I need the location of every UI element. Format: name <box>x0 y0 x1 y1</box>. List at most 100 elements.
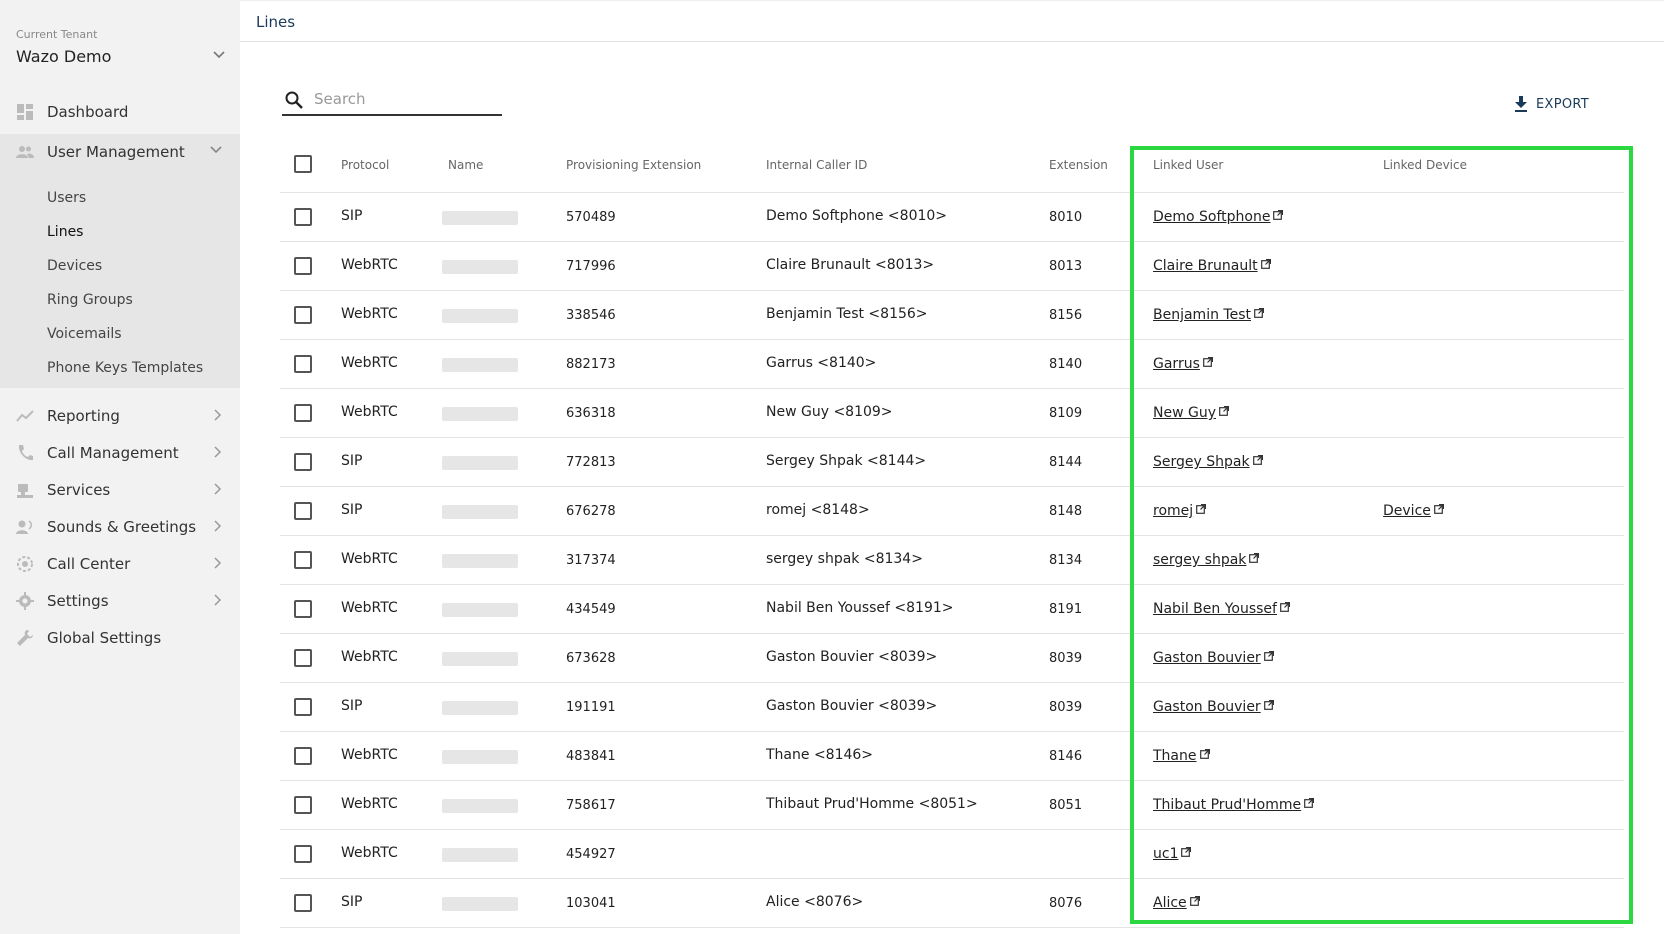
row-checkbox[interactable] <box>294 845 312 863</box>
external-link-icon[interactable] <box>1249 551 1260 567</box>
sidebar-item-call-management[interactable]: Call Management <box>0 435 240 471</box>
row-checkbox[interactable] <box>294 649 312 667</box>
sidebar-item-label: Global Settings <box>47 629 162 647</box>
table-row[interactable]: WebRTC 758617 Thibaut Prud'Homme <8051> 805… <box>280 781 1624 830</box>
search-box[interactable] <box>282 86 502 116</box>
linked-user-link[interactable]: Thane <box>1153 748 1197 764</box>
sidebar-subitem-ring-groups[interactable]: Ring Groups <box>47 289 133 311</box>
name-placeholder <box>442 603 518 617</box>
table-row[interactable]: SIP 772813 Sergey Shpak <8144> 8144 Sergey S… <box>280 438 1624 487</box>
row-checkbox[interactable] <box>294 698 312 716</box>
linked-user-link[interactable]: Gaston Bouvier <box>1153 699 1261 715</box>
table-row[interactable]: SIP 103041 Alice <8076> 8076 Alice <box>280 879 1624 928</box>
external-link-icon[interactable] <box>1219 404 1230 420</box>
table-row[interactable]: SIP 570489 Demo Softphone <8010> 8010 Demo S… <box>280 193 1624 242</box>
table-row[interactable]: SIP 676278 romej <8148> 8148 romej Device <box>280 487 1624 536</box>
row-checkbox[interactable] <box>294 600 312 618</box>
linked-user-link[interactable]: uc1 <box>1153 846 1178 862</box>
linked-user-link[interactable]: Alice <box>1153 895 1187 911</box>
table-row[interactable]: WebRTC 717996 Claire Brunault <8013> 8013 Cl… <box>280 242 1624 291</box>
table-row[interactable]: WebRTC 882173 Garrus <8140> 8140 Garrus <box>280 340 1624 389</box>
tenant-selector[interactable]: Current Tenant Wazo Demo <box>16 28 226 68</box>
table-row[interactable]: WebRTC 454927 uc1 <box>280 830 1624 879</box>
row-checkbox[interactable] <box>294 208 312 226</box>
row-checkbox[interactable] <box>294 796 312 814</box>
table-body: SIP 570489 Demo Softphone <8010> 8010 Demo S… <box>280 193 1624 928</box>
row-checkbox[interactable] <box>294 257 312 275</box>
external-link-icon[interactable] <box>1263 698 1274 714</box>
sidebar-item-reporting[interactable]: Reporting <box>0 398 240 434</box>
external-link-icon[interactable] <box>1202 355 1213 371</box>
sidebar-item-services[interactable]: Services <box>0 472 240 508</box>
linked-user-link[interactable]: Gaston Bouvier <box>1153 650 1261 666</box>
cell-linked-user: uc1 <box>1153 845 1192 862</box>
phone-icon <box>18 445 33 461</box>
external-link-icon[interactable] <box>1199 747 1210 763</box>
external-link-icon[interactable] <box>1252 453 1263 469</box>
linked-user-link[interactable]: romej <box>1153 503 1193 519</box>
linked-user-link[interactable]: Benjamin Test <box>1153 307 1251 323</box>
user-management-submenu: Users Lines Devices Ring Groups Voicemai… <box>0 170 240 388</box>
external-link-icon[interactable] <box>1263 649 1274 665</box>
sidebar-subitem-voicemails[interactable]: Voicemails <box>47 323 122 345</box>
select-all-checkbox[interactable] <box>294 155 312 173</box>
external-link-icon[interactable] <box>1433 502 1444 518</box>
column-header-linked-user[interactable]: Linked User <box>1153 158 1223 172</box>
row-checkbox[interactable] <box>294 551 312 569</box>
sidebar-item-global-settings[interactable]: Global Settings <box>0 620 240 656</box>
row-checkbox[interactable] <box>294 894 312 912</box>
column-header-internal-caller-id[interactable]: Internal Caller ID <box>766 158 867 172</box>
row-checkbox[interactable] <box>294 747 312 765</box>
external-link-icon[interactable] <box>1273 208 1284 224</box>
row-checkbox[interactable] <box>294 355 312 373</box>
linked-user-link[interactable]: New Guy <box>1153 405 1216 421</box>
external-link-icon[interactable] <box>1196 502 1207 518</box>
external-link-icon[interactable] <box>1181 845 1192 861</box>
linked-user-link[interactable]: Demo Softphone <box>1153 209 1270 225</box>
column-header-protocol[interactable]: Protocol <box>341 158 389 172</box>
table-row[interactable]: WebRTC 338546 Benjamin Test <8156> 8156 Benj… <box>280 291 1624 340</box>
row-checkbox[interactable] <box>294 453 312 471</box>
column-header-name[interactable]: Name <box>448 158 483 172</box>
table-row[interactable]: WebRTC 317374 sergey shpak <8134> 8134 serge… <box>280 536 1624 585</box>
external-link-icon[interactable] <box>1254 306 1265 322</box>
row-checkbox[interactable] <box>294 306 312 324</box>
external-link-icon[interactable] <box>1280 600 1291 616</box>
column-header-linked-device[interactable]: Linked Device <box>1383 158 1467 172</box>
external-link-icon[interactable] <box>1304 796 1315 812</box>
table-row[interactable]: WebRTC 636318 New Guy <8109> 8109 New Guy <box>280 389 1624 438</box>
sidebar-item-call-center[interactable]: Call Center <box>0 546 240 582</box>
column-header-extension[interactable]: Extension <box>1049 158 1108 172</box>
cell-protocol: SIP <box>341 698 363 714</box>
external-link-icon[interactable] <box>1189 894 1200 910</box>
table-row[interactable]: WebRTC 673628 Gaston Bouvier <8039> 8039 Gas… <box>280 634 1624 683</box>
linked-user-link[interactable]: Claire Brunault <box>1153 258 1258 274</box>
linked-device-link[interactable]: Device <box>1383 503 1431 519</box>
sidebar-item-settings[interactable]: Settings <box>0 583 240 619</box>
linked-user-link[interactable]: Nabil Ben Youssef <box>1153 601 1277 617</box>
table-row[interactable]: WebRTC 434549 Nabil Ben Youssef <8191> 8191… <box>280 585 1624 634</box>
linked-user-link[interactable]: Sergey Shpak <box>1153 454 1250 470</box>
sidebar-subitem-lines[interactable]: Lines <box>47 221 83 243</box>
linked-user-link[interactable]: sergey shpak <box>1153 552 1246 568</box>
export-button[interactable]: EXPORT <box>1514 92 1589 116</box>
row-checkbox[interactable] <box>294 502 312 520</box>
cell-protocol: SIP <box>341 502 363 518</box>
cell-protocol: WebRTC <box>341 551 398 567</box>
sidebar-subitem-phone-keys-templates[interactable]: Phone Keys Templates <box>47 357 203 379</box>
sidebar-item-user-management[interactable]: User Management <box>0 134 240 170</box>
search-input[interactable] <box>314 88 494 110</box>
sidebar-subitem-devices[interactable]: Devices <box>47 255 102 277</box>
table-row[interactable]: SIP 191191 Gaston Bouvier <8039> 8039 Gaston… <box>280 683 1624 732</box>
sidebar-item-sounds-greetings[interactable]: Sounds & Greetings <box>0 509 240 545</box>
external-link-icon[interactable] <box>1260 257 1271 273</box>
table-row[interactable]: WebRTC 483841 Thane <8146> 8146 Thane <box>280 732 1624 781</box>
sidebar-item-dashboard[interactable]: Dashboard <box>0 94 240 130</box>
linked-user-link[interactable]: Thibaut Prud'Homme <box>1153 797 1301 813</box>
row-checkbox[interactable] <box>294 404 312 422</box>
chevron-down-icon <box>210 146 222 154</box>
table-header: Protocol Name Provisioning Extension Int… <box>280 141 1624 193</box>
column-header-provisioning-extension[interactable]: Provisioning Extension <box>566 158 701 172</box>
sidebar-subitem-users[interactable]: Users <box>47 187 86 209</box>
linked-user-link[interactable]: Garrus <box>1153 356 1200 372</box>
